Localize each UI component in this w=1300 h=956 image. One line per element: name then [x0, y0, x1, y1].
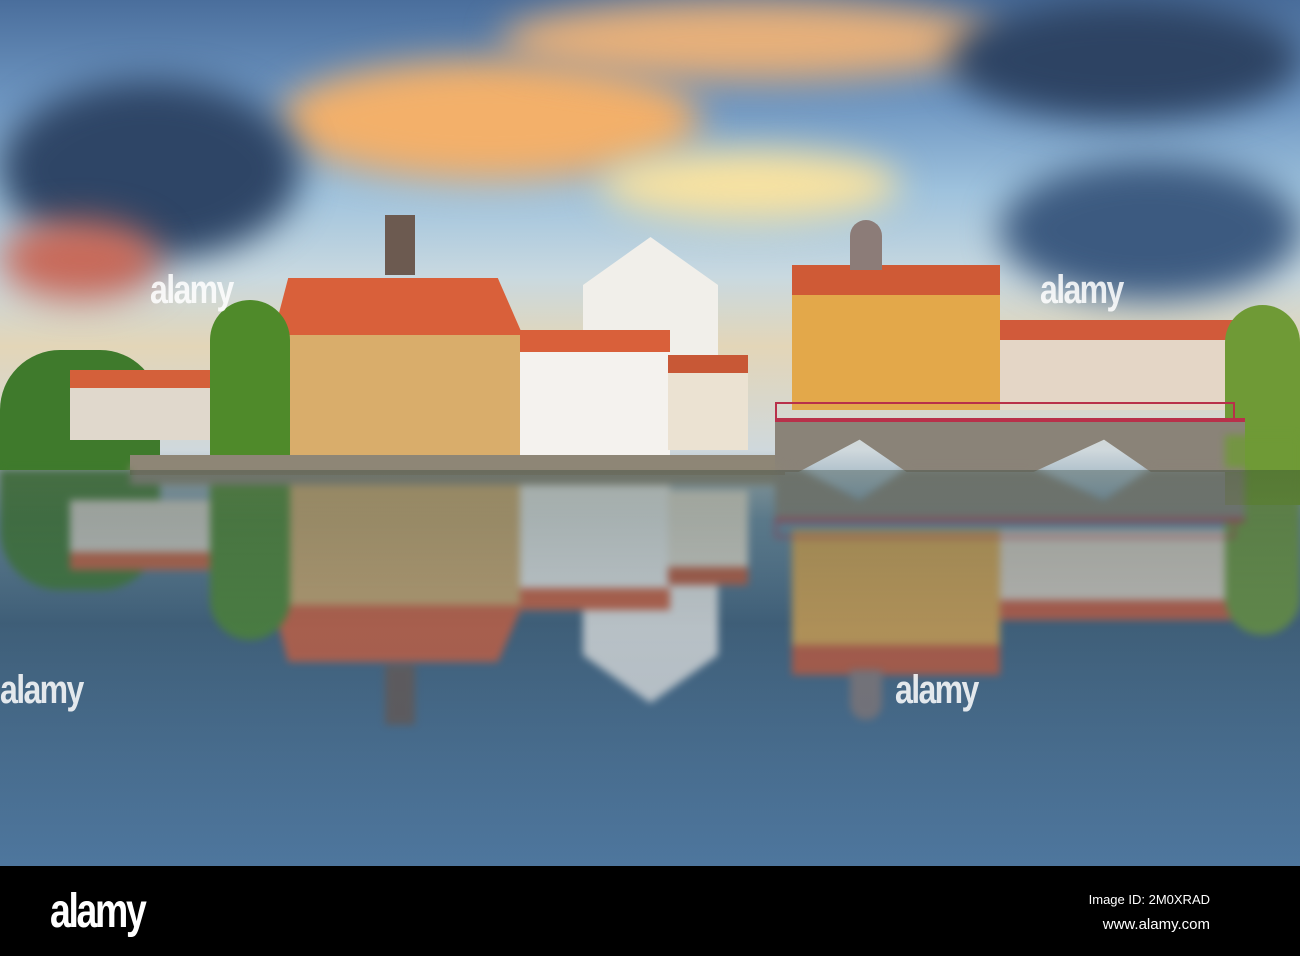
houses-right: [1000, 320, 1240, 410]
image-id: Image ID: 2M0XRAD: [1088, 892, 1210, 907]
brick-mill-roof: [272, 278, 524, 338]
clock-tower: [385, 215, 415, 275]
yellow-mansion: [792, 265, 1000, 410]
river-town-photo: alamy alamy alamy alamy: [0, 0, 1300, 866]
watermark: alamy: [150, 268, 234, 312]
half-timber-house: [520, 330, 670, 455]
river: [0, 470, 1300, 866]
alamy-logo: alamy: [50, 885, 147, 938]
ivy: [210, 300, 290, 460]
footer-bar: alamy Image ID: 2M0XRAD www.alamy.com: [0, 866, 1300, 956]
brick-mill: [270, 335, 525, 460]
site-url: www.alamy.com: [1102, 916, 1210, 933]
bridge-railing: [775, 402, 1235, 418]
mansion-tower: [850, 220, 882, 270]
roofs-left: [70, 370, 220, 388]
watermark: alamy: [1040, 268, 1124, 312]
bridge: [775, 418, 1245, 472]
houses-left: [70, 380, 220, 440]
watermark: alamy: [0, 668, 84, 712]
half-timber-house-2: [668, 355, 748, 450]
watermark: alamy: [895, 668, 979, 712]
town-scene: [0, 0, 1300, 505]
